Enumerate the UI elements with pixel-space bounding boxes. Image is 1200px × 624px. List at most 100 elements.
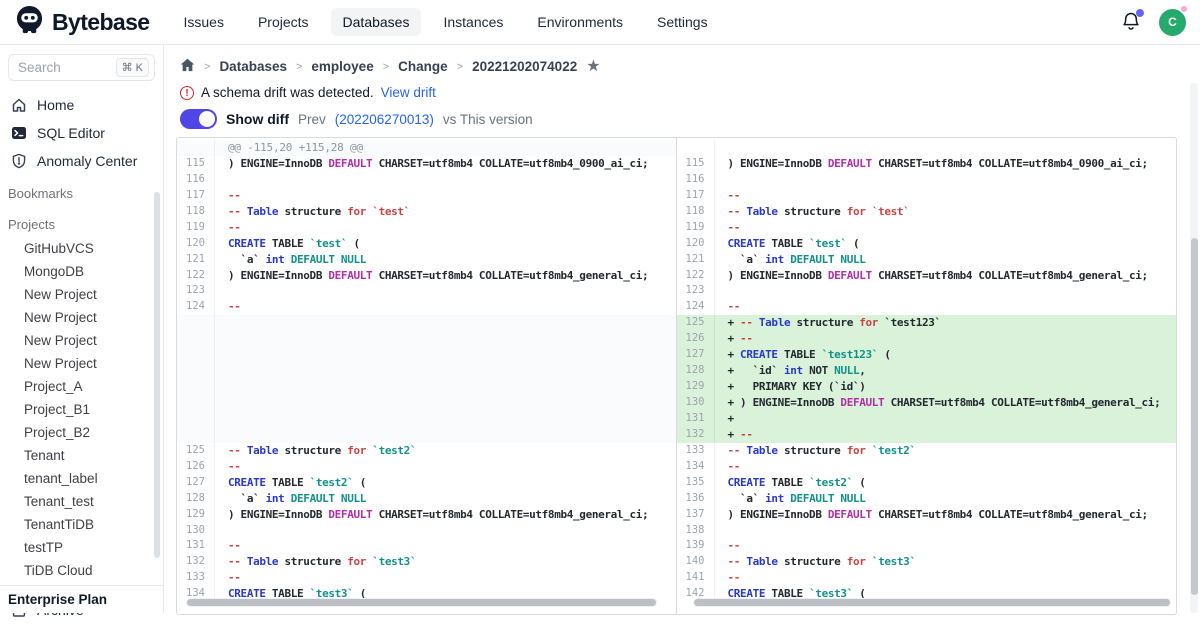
line-code: ) ENGINE=InnoDB DEFAULT CHARSET=utf8mb4 … xyxy=(715,156,1148,172)
line-number: 134 xyxy=(677,459,715,475)
line-code xyxy=(215,347,228,363)
line-number: 138 xyxy=(677,523,715,539)
diff-line: 130+ ) ENGINE=InnoDB DEFAULT CHARSET=utf… xyxy=(677,395,1177,411)
line-number: 132 xyxy=(677,427,715,443)
line-number: 127 xyxy=(177,475,215,491)
line-number: 133 xyxy=(177,570,215,586)
nav-item-projects[interactable]: Projects xyxy=(246,8,321,36)
line-code: `a` int DEFAULT NULL xyxy=(215,491,366,507)
breadcrumb-item-version[interactable]: 20221202074022 xyxy=(472,59,577,74)
line-number: 128 xyxy=(177,491,215,507)
breadcrumb-item-employee[interactable]: employee xyxy=(311,59,373,74)
line-number: 116 xyxy=(677,172,715,188)
bookmark-star-icon[interactable]: ★ xyxy=(586,60,600,74)
project-item-new-project[interactable]: New Project xyxy=(0,352,163,375)
line-code: -- Table structure for `test3` xyxy=(715,554,916,570)
diff-line: 139-- xyxy=(677,538,1177,554)
diff-toggle-row: Show diff Prev (202206270013) vs This ve… xyxy=(180,109,533,129)
project-item-new-project[interactable]: New Project xyxy=(0,283,163,306)
sidebar-item-home[interactable]: Home xyxy=(0,91,163,119)
project-item-project-b2[interactable]: Project_B2 xyxy=(0,421,163,444)
breadcrumb: > Databases > employee > Change > 202212… xyxy=(180,58,601,75)
sidebar-scrollbar[interactable] xyxy=(154,192,160,558)
diff-pane-previous: @@ -115,20 +115,28 @@115) ENGINE=InnoDB … xyxy=(177,138,677,614)
alert-text: A schema drift was detected. xyxy=(201,85,374,100)
nav-item-databases[interactable]: Databases xyxy=(331,8,422,36)
notifications-bell-icon[interactable] xyxy=(1121,11,1141,33)
sidebar-item-sql-editor[interactable]: SQL Editor xyxy=(0,119,163,147)
diff-line: 129) ENGINE=InnoDB DEFAULT CHARSET=utf8m… xyxy=(177,507,676,523)
search-placeholder: Search xyxy=(18,60,116,75)
line-number xyxy=(177,347,215,363)
project-item-new-project[interactable]: New Project xyxy=(0,329,163,352)
diff-line: 120CREATE TABLE `test` ( xyxy=(677,236,1177,252)
diff-line: 132+ -- xyxy=(677,427,1177,443)
left-hscrollbar-thumb[interactable] xyxy=(187,599,656,606)
project-item-new-project[interactable]: New Project xyxy=(0,306,163,329)
diff-line: 121 `a` int DEFAULT NULL xyxy=(677,252,1177,268)
line-number: 129 xyxy=(677,379,715,395)
diff-line: 125+ -- Table structure for `test123` xyxy=(677,315,1177,331)
search-shortcut-kbd: ⌘ K xyxy=(116,58,149,77)
line-code: -- xyxy=(215,299,241,315)
line-number: 135 xyxy=(677,475,715,491)
right-hscrollbar-thumb[interactable] xyxy=(694,599,1170,606)
diff-line: 134-- xyxy=(677,459,1177,475)
line-number: 118 xyxy=(677,204,715,220)
line-code: ) ENGINE=InnoDB DEFAULT CHARSET=utf8mb4 … xyxy=(215,156,648,172)
line-code: -- Table structure for `test3` xyxy=(215,554,416,570)
breadcrumb-item-databases[interactable]: Databases xyxy=(219,59,287,74)
prev-version-link[interactable]: (202206270013) xyxy=(335,112,434,127)
sidebar-item-anomaly-center[interactable]: Anomaly Center xyxy=(0,147,163,175)
line-number xyxy=(177,379,215,395)
line-number: 117 xyxy=(177,188,215,204)
avatar-letter: C xyxy=(1168,15,1177,29)
show-diff-toggle[interactable] xyxy=(180,109,217,129)
nav-item-issues[interactable]: Issues xyxy=(171,8,235,36)
project-item-project-b1[interactable]: Project_B1 xyxy=(0,398,163,421)
nav-item-environments[interactable]: Environments xyxy=(525,8,635,36)
diff-line xyxy=(177,331,676,347)
project-item-testtp[interactable]: testTP xyxy=(0,536,163,559)
diff-line xyxy=(177,411,676,427)
diff-line: 120CREATE TABLE `test` ( xyxy=(177,236,676,252)
view-drift-link[interactable]: View drift xyxy=(381,85,436,100)
line-number xyxy=(177,411,215,427)
diff-line: 122) ENGINE=InnoDB DEFAULT CHARSET=utf8m… xyxy=(177,268,676,284)
line-code xyxy=(215,283,228,299)
project-item-tenant[interactable]: Tenant xyxy=(0,444,163,467)
diff-line: 126+ -- xyxy=(677,331,1177,347)
line-number: 124 xyxy=(677,299,715,315)
project-item-tenanttidb[interactable]: TenantTiDB xyxy=(0,513,163,536)
breadcrumb-item-change[interactable]: Change xyxy=(398,59,448,74)
bytebase-logo[interactable]: Bytebase xyxy=(14,4,149,40)
nav-item-instances[interactable]: Instances xyxy=(431,8,515,36)
project-item-tenant-test[interactable]: Tenant_test xyxy=(0,490,163,513)
diff-line: 130 xyxy=(177,523,676,539)
project-item-githubvcs[interactable]: GitHubVCS xyxy=(0,237,163,260)
page-vscrollbar-thumb[interactable] xyxy=(1191,238,1198,595)
project-item-tidb-cloud[interactable]: TiDB Cloud xyxy=(0,559,163,582)
line-number: 121 xyxy=(177,252,215,268)
line-number: 120 xyxy=(677,236,715,252)
diff-line: 121 `a` int DEFAULT NULL xyxy=(177,252,676,268)
line-code: `a` int DEFAULT NULL xyxy=(715,491,866,507)
line-code: CREATE TABLE `test2` ( xyxy=(215,475,366,491)
breadcrumb-home-icon[interactable] xyxy=(180,58,195,75)
project-item-tenant-label[interactable]: tenant_label xyxy=(0,467,163,490)
search-input[interactable]: Search ⌘ K xyxy=(8,54,155,81)
line-number: 123 xyxy=(677,283,715,299)
line-code: -- xyxy=(715,570,741,586)
user-avatar[interactable]: C xyxy=(1159,9,1186,36)
line-code: + PRIMARY KEY (`id`) xyxy=(715,379,866,395)
diff-line: 133-- Table structure for `test2` xyxy=(677,443,1177,459)
line-number xyxy=(177,315,215,331)
notification-badge xyxy=(1136,9,1144,17)
avatar-status-dot xyxy=(1181,6,1187,12)
project-item-mongodb[interactable]: MongoDB xyxy=(0,260,163,283)
line-number: 127 xyxy=(677,347,715,363)
line-code: + `id` int NOT NULL, xyxy=(715,363,866,379)
project-item-project-a[interactable]: Project_A xyxy=(0,375,163,398)
nav-item-settings[interactable]: Settings xyxy=(645,8,720,36)
line-number: 130 xyxy=(177,523,215,539)
